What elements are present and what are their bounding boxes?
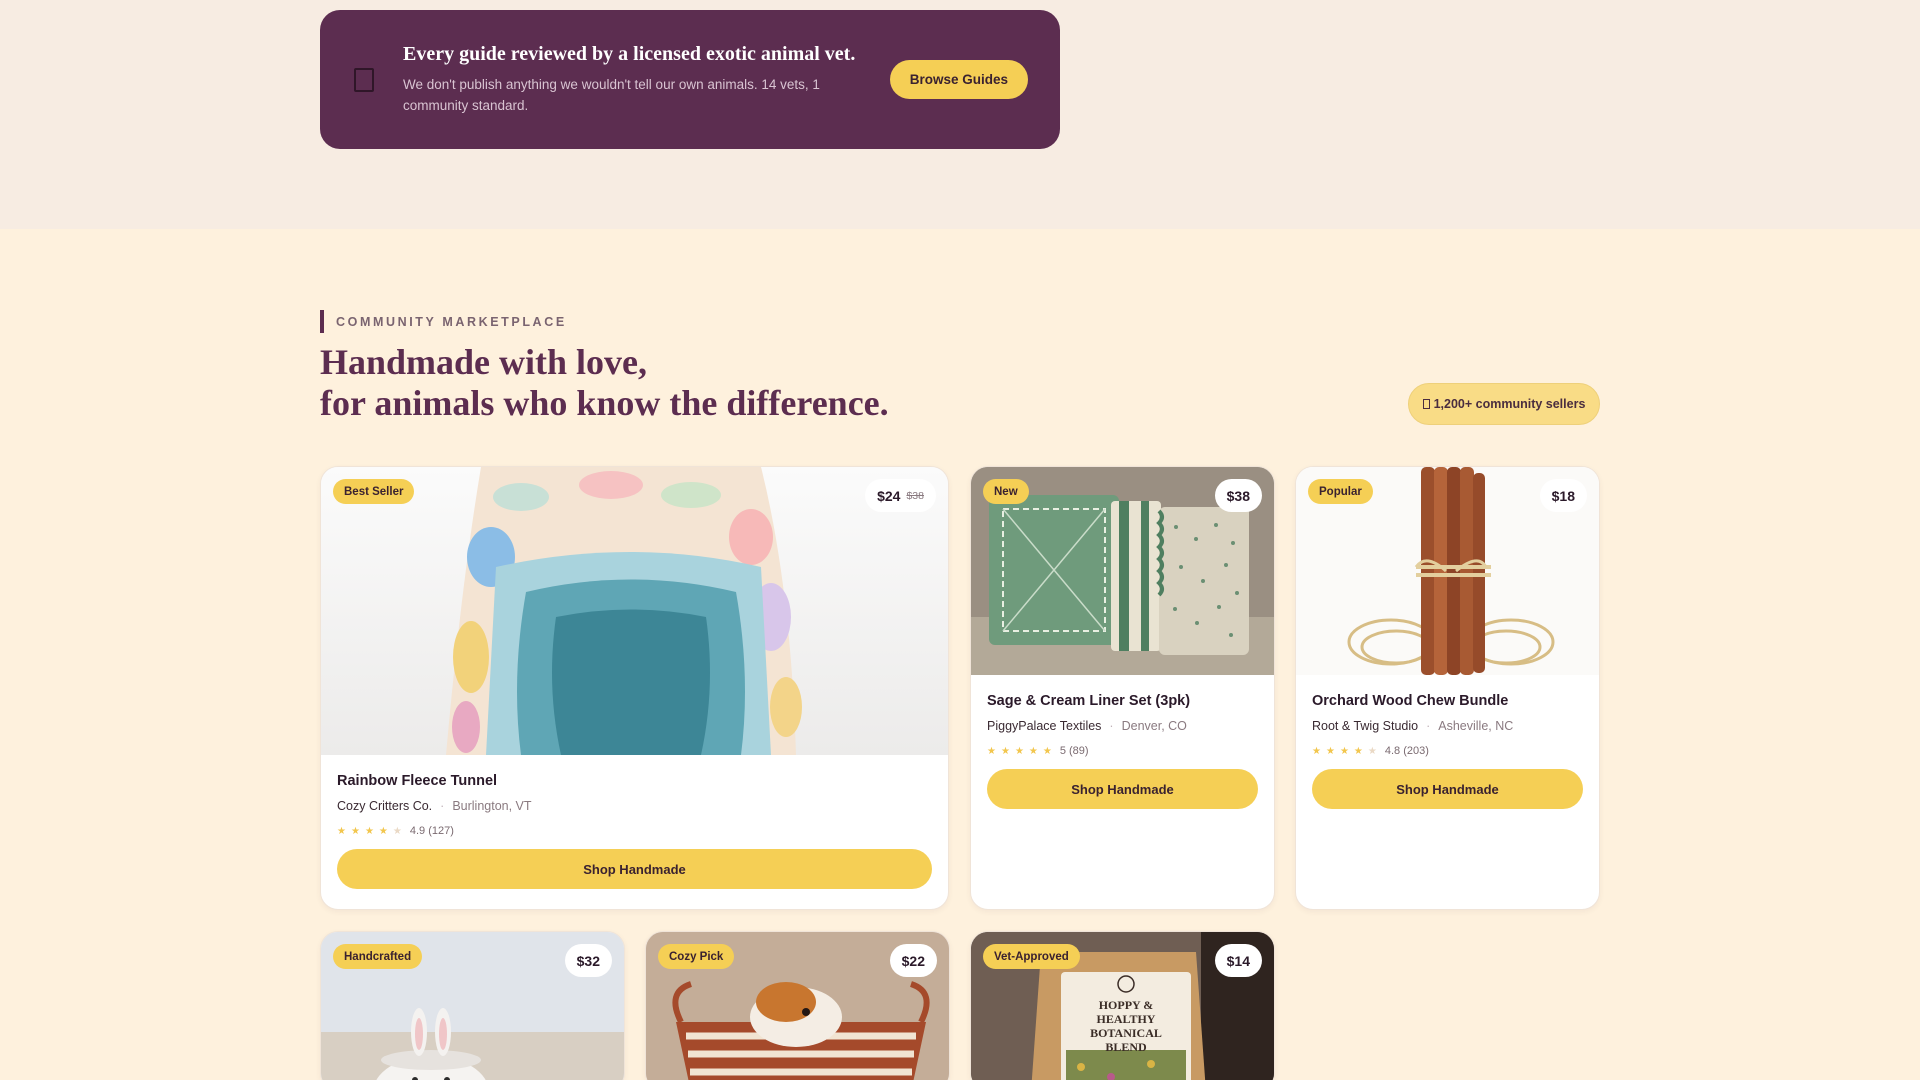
seller-row: Root & Twig Studio · Asheville, NC (1312, 719, 1583, 733)
card-body: Rainbow Fleece Tunnel Cozy Critters Co. … (321, 755, 948, 889)
price-tag: $38 (1214, 479, 1262, 512)
browse-guides-button[interactable]: Browse Guides (889, 60, 1028, 99)
star-empty-icon: ★ (392, 825, 402, 837)
product-card-sage-cream-liner-set[interactable]: New $38 Sage & Cream Liner Set (3pk) Pig… (970, 466, 1275, 910)
star-rating: ★ ★ ★ ★ ★ (1312, 746, 1377, 757)
banner-text: Every guide reviewed by a licensed exoti… (403, 43, 870, 116)
price-tag: $14 (1214, 944, 1262, 977)
star-icon: ★ (1353, 745, 1363, 757)
card-body: Orchard Wood Chew Bundle Root & Twig Stu… (1296, 675, 1599, 809)
product-badge: Popular (1308, 479, 1373, 504)
section-headline: Handmade with love, for animals who know… (320, 342, 889, 424)
product-badge: Vet-Approved (983, 944, 1080, 969)
star-icon: ★ (1000, 745, 1010, 757)
product-image: Vet-Approved $14 HOPPY & HEALTHY BOTANIC… (971, 932, 1274, 1080)
seller-row: Cozy Critters Co. · Burlington, VT (337, 799, 932, 813)
seller-name[interactable]: Cozy Critters Co. (337, 799, 432, 813)
shield-icon (354, 67, 374, 92)
product-card-rainbow-fleece-tunnel[interactable]: Best Seller $24 $38 Rainbow Fleece Tunne… (320, 466, 949, 910)
current-price: $14 (1226, 952, 1250, 969)
current-price: $22 (901, 952, 925, 969)
banner-subtitle: We don't publish anything we wouldn't te… (403, 77, 820, 113)
sellers-count-label: 1,200+ community sellers (1433, 397, 1586, 411)
headline-line-1: Handmade with love, (320, 342, 648, 382)
product-card-orchard-wood-chew-bundle[interactable]: Popular $18 Orchard Wood Chew Bundle Roo… (1295, 466, 1600, 910)
star-icon: ★ (1014, 745, 1024, 757)
product-image: Cozy Pick $22 (646, 932, 949, 1080)
rating-row: ★ ★ ★ ★ ★ 4.8 (203) (1312, 745, 1583, 757)
sellers-count-pill: 1,200+ community sellers (1408, 383, 1600, 425)
vet-review-banner: Every guide reviewed by a licensed exoti… (320, 10, 1060, 149)
seller-location: Denver, CO (1121, 719, 1187, 733)
rating-text: 4.9 (127) (409, 825, 454, 837)
seller-name[interactable]: PiggyPalace Textiles (987, 719, 1101, 733)
current-price: $18 (1551, 487, 1575, 504)
separator-dot: · (440, 799, 445, 813)
product-image: New $38 (971, 467, 1274, 675)
product-card-cozy-pick[interactable]: Cozy Pick $22 (645, 931, 950, 1080)
rating-text: 5 (89) (1059, 745, 1089, 757)
product-image: Popular $18 (1296, 467, 1599, 675)
product-badge: Handcrafted (333, 944, 423, 969)
star-icon: ★ (1042, 745, 1052, 757)
rating-row: ★ ★ ★ ★ ★ 5 (89) (987, 745, 1258, 757)
star-rating: ★ ★ ★ ★ ★ (337, 826, 402, 837)
rating-row: ★ ★ ★ ★ ★ 4.9 (127) (337, 825, 932, 837)
star-icon: ★ (337, 825, 346, 837)
star-icon: ★ (1028, 745, 1038, 757)
shop-handmade-button[interactable]: Shop Handmade (987, 769, 1258, 809)
star-icon: ★ (1325, 745, 1335, 757)
star-rating: ★ ★ ★ ★ ★ (987, 746, 1052, 757)
price-tag: $22 (889, 944, 937, 977)
product-card-handcrafted[interactable]: Handcrafted $32 (320, 931, 625, 1080)
rating-text: 4.8 (203) (1384, 745, 1429, 757)
star-icon: ★ (987, 745, 996, 757)
product-badge: Best Seller (333, 479, 415, 504)
star-icon: ★ (364, 825, 374, 837)
shop-handmade-button[interactable]: Shop Handmade (337, 849, 932, 889)
current-price: $38 (1226, 487, 1250, 504)
seller-name[interactable]: Root & Twig Studio (1312, 719, 1418, 733)
star-icon: ★ (378, 825, 388, 837)
product-image: Best Seller $24 $38 (321, 467, 948, 755)
star-icon: ★ (1339, 745, 1349, 757)
price-tag: $24 $38 (865, 479, 936, 512)
product-card-vet-approved[interactable]: Vet-Approved $14 HOPPY & HEALTHY BOTANIC… (970, 931, 1275, 1080)
star-empty-icon: ★ (1367, 745, 1377, 757)
product-badge: New (983, 479, 1029, 504)
product-title: Sage & Cream Liner Set (3pk) (987, 693, 1191, 709)
package-label-text: HOPPY & HEALTHY BOTANICAL BLEND (1090, 998, 1162, 1054)
seller-location: Burlington, VT (452, 799, 532, 813)
card-body: Sage & Cream Liner Set (3pk) PiggyPalace… (971, 675, 1274, 809)
star-icon: ★ (1312, 745, 1321, 757)
price-tag: $18 (1539, 479, 1587, 512)
product-title: Orchard Wood Chew Bundle (1312, 693, 1509, 709)
product-image: Handcrafted $32 (321, 932, 624, 1080)
current-price: $32 (576, 952, 600, 969)
shop-handmade-button[interactable]: Shop Handmade (1312, 769, 1583, 809)
section-eyebrow: COMMUNITY MARKETPLACE (320, 310, 567, 333)
original-price: $38 (906, 489, 924, 502)
price-tag: $32 (564, 944, 612, 977)
banner-title: Every guide reviewed by a licensed exoti… (403, 43, 856, 65)
seller-location: Asheville, NC (1438, 719, 1514, 733)
product-title: Rainbow Fleece Tunnel (337, 773, 498, 789)
separator-dot: · (1109, 719, 1114, 733)
star-icon: ★ (350, 825, 360, 837)
current-price: $24 (877, 487, 901, 504)
headline-line-2: for animals who know the difference. (320, 383, 889, 423)
sellers-icon (1422, 399, 1430, 409)
fleece-tunnel-illustration (321, 467, 948, 755)
product-badge: Cozy Pick (658, 944, 735, 969)
seller-row: PiggyPalace Textiles · Denver, CO (987, 719, 1258, 733)
separator-dot: · (1426, 719, 1431, 733)
